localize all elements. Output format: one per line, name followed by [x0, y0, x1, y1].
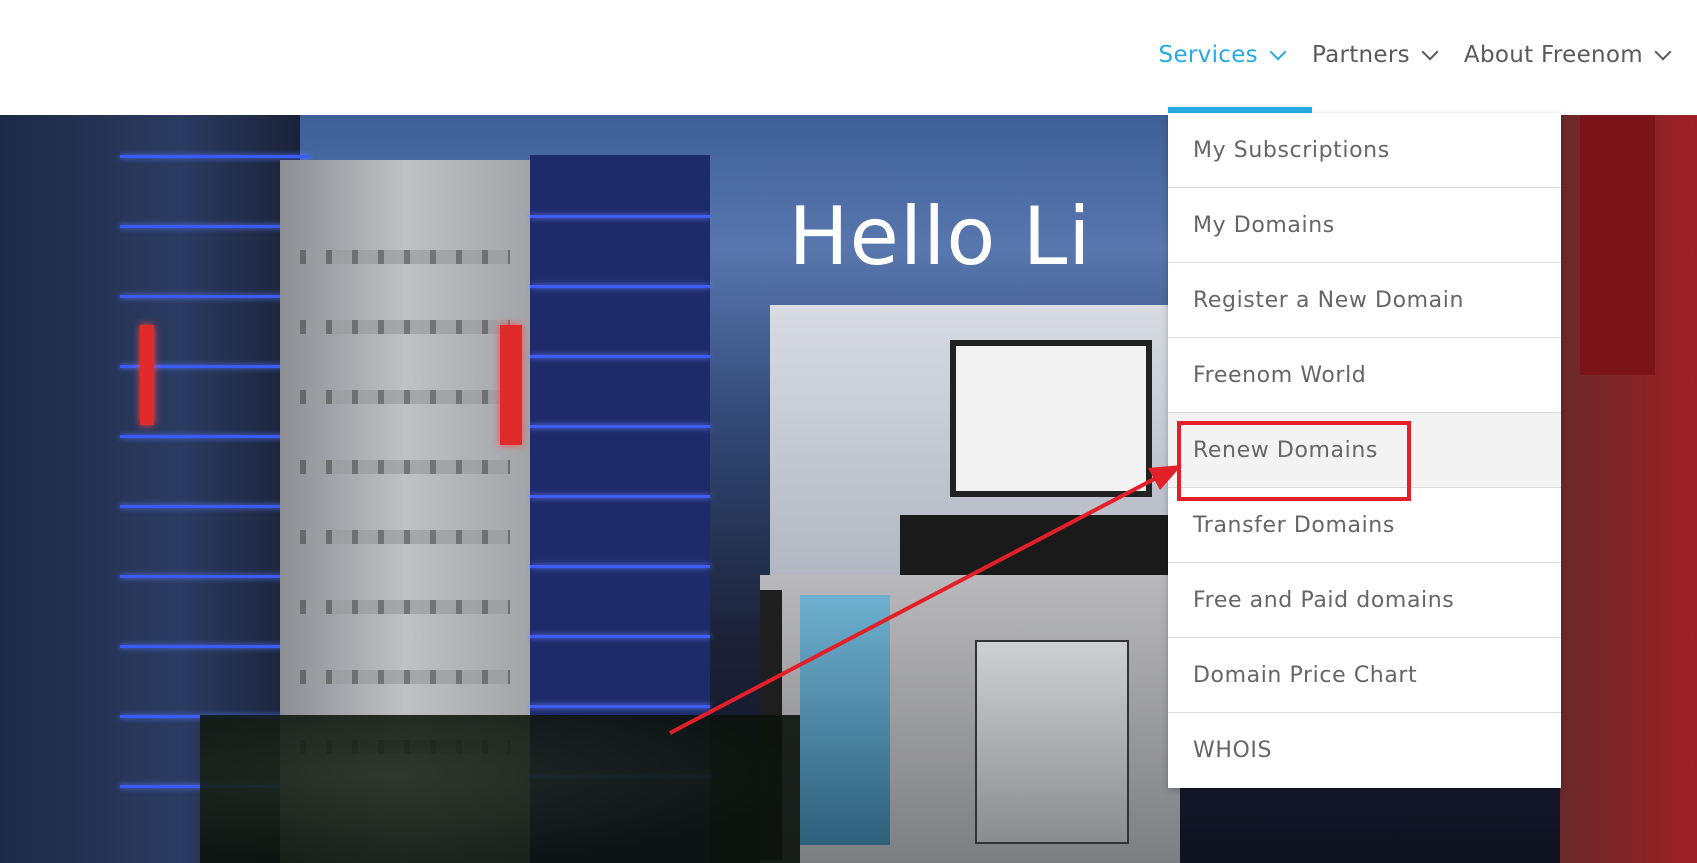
nav-partners-label: Partners — [1311, 41, 1410, 68]
neon-sign — [500, 325, 522, 445]
top-navbar: Services Partners About Freenom — [0, 0, 1697, 115]
annotation-highlight-box — [1177, 421, 1411, 501]
chevron-down-icon — [1654, 43, 1672, 60]
nav-partners[interactable]: Partners — [1311, 41, 1439, 74]
neon-sign — [140, 325, 154, 425]
nav-about[interactable]: About Freenom — [1463, 41, 1672, 74]
chevron-down-icon — [1269, 43, 1287, 60]
menu-item-my-domains[interactable]: My Domains — [1168, 188, 1561, 263]
billboard-screen — [950, 340, 1152, 497]
active-indicator — [1168, 107, 1312, 113]
poster — [975, 640, 1129, 844]
menu-item-free-paid-domains[interactable]: Free and Paid domains — [1168, 563, 1561, 638]
main-nav: Services Partners About Freenom — [1159, 0, 1697, 115]
menu-item-whois[interactable]: WHOIS — [1168, 713, 1561, 788]
poster — [800, 595, 890, 845]
menu-item-register-domain[interactable]: Register a New Domain — [1168, 263, 1561, 338]
nav-about-label: About Freenom — [1463, 41, 1643, 68]
nav-services[interactable]: Services — [1158, 41, 1287, 74]
menu-item-freenom-world[interactable]: Freenom World — [1168, 338, 1561, 413]
menu-item-domain-price-chart[interactable]: Domain Price Chart — [1168, 638, 1561, 713]
nav-services-label: Services — [1158, 41, 1258, 68]
chevron-down-icon — [1421, 43, 1439, 60]
menu-item-my-subscriptions[interactable]: My Subscriptions — [1168, 113, 1561, 188]
store-sign — [900, 515, 1180, 575]
trees — [200, 715, 800, 863]
